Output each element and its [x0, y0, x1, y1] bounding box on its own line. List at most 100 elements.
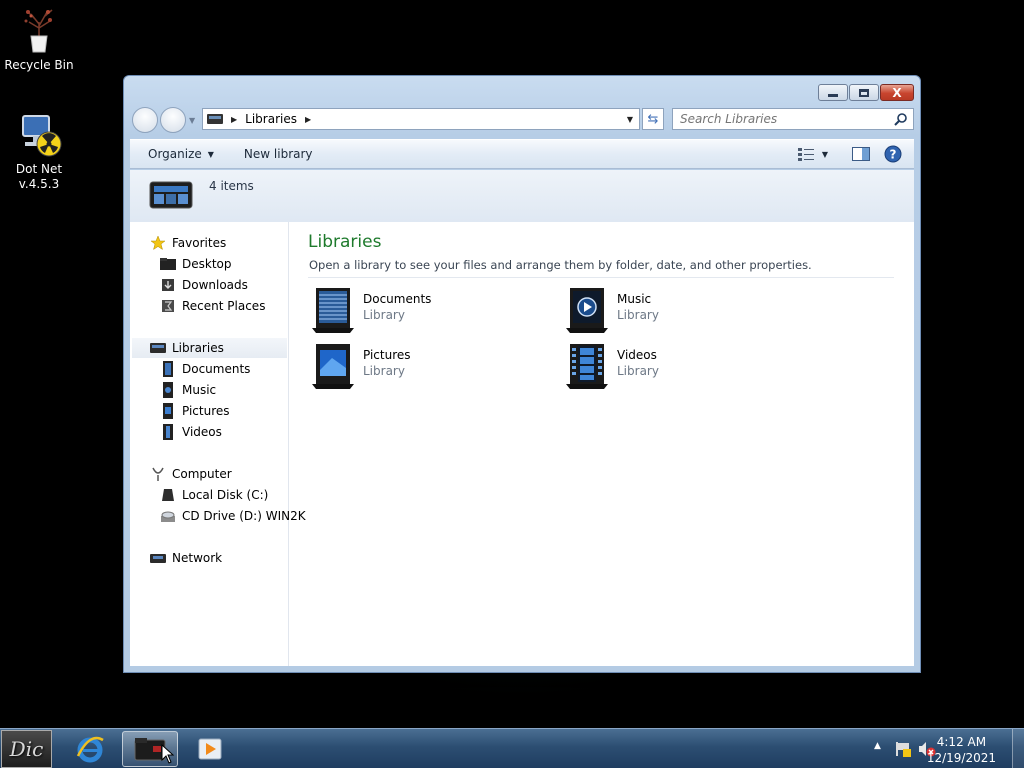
nav-documents[interactable]: Documents — [160, 359, 250, 379]
library-videos[interactable]: Videos Library — [564, 342, 794, 392]
taskbar-explorer[interactable] — [122, 731, 178, 767]
nav-local-disk[interactable]: Local Disk (C:) — [160, 485, 268, 505]
explorer-window: X ▼ ▶ Libraries ▶ ▼ ⇆ Organize ▼ New libr… — [123, 75, 921, 673]
show-desktop-button[interactable] — [1012, 729, 1024, 768]
nav-pictures[interactable]: Pictures — [160, 401, 230, 421]
nav-favorites-label: Favorites — [172, 236, 227, 250]
nav-downloads[interactable]: Downloads — [160, 275, 248, 295]
nav-documents-label: Documents — [182, 362, 251, 376]
start-button[interactable]: Dic — [1, 730, 52, 768]
pictures-library-icon — [312, 344, 354, 389]
taskbar-internet-explorer[interactable] — [62, 731, 118, 767]
refresh-button[interactable]: ⇆ — [642, 108, 664, 130]
nav-recent-places-label: Recent Places — [182, 299, 266, 313]
nav-libraries-label: Libraries — [172, 341, 224, 355]
library-music[interactable]: Music Library — [564, 286, 794, 336]
nav-desktop-label: Desktop — [182, 257, 232, 271]
refresh-icon: ⇆ — [647, 111, 659, 127]
clock-time: 4:12 AM — [936, 735, 987, 749]
taskbar-media-player[interactable] — [182, 731, 238, 767]
documents-icon — [160, 361, 176, 377]
nav-computer-label: Computer — [172, 467, 232, 481]
new-library-label: New library — [243, 147, 313, 161]
forward-button[interactable] — [160, 107, 186, 133]
nav-network-label: Network — [172, 551, 223, 565]
nav-music-label: Music — [182, 383, 217, 397]
main-pane: Libraries Open a library to see your fil… — [290, 222, 914, 666]
breadcrumb-separator[interactable]: ▶ — [231, 115, 237, 124]
breadcrumb-separator-2[interactable]: ▶ — [305, 115, 311, 124]
taskbar: Dic ▲ 4:12 AM 12/19/2021 — [0, 728, 1024, 768]
nav-computer[interactable]: Computer — [150, 464, 232, 484]
help-icon[interactable]: ? — [884, 145, 902, 163]
library-pictures[interactable]: Pictures Library — [310, 342, 540, 392]
breadcrumb-libraries[interactable]: Libraries — [245, 112, 297, 126]
desktop-icon-dotnet[interactable]: Dot Net v.4.5.3 — [0, 112, 78, 192]
documents-library-icon — [312, 288, 354, 333]
search-input[interactable] — [673, 109, 883, 129]
nav-desktop[interactable]: Desktop — [160, 254, 232, 274]
recent-pages-dropdown[interactable]: ▼ — [189, 116, 195, 125]
computer-icon — [150, 466, 166, 482]
library-documents[interactable]: Documents Library — [310, 286, 540, 336]
maximize-button[interactable] — [849, 84, 879, 101]
mouse-cursor-icon — [161, 744, 175, 764]
videos-icon — [160, 424, 176, 440]
content-area: Favorites Desktop Downloads Recent Place… — [130, 222, 914, 666]
dotnet-label-line1: Dot Net — [15, 162, 63, 176]
back-button[interactable] — [132, 107, 158, 133]
search-box[interactable] — [672, 108, 914, 130]
organize-label: Organize — [148, 147, 202, 161]
search-icon — [894, 113, 907, 126]
nav-cd-drive[interactable]: CD Drive (D:) WIN2K — [160, 506, 306, 526]
change-view-button[interactable]: ▼ — [797, 147, 828, 161]
show-hidden-icons-button[interactable]: ▲ — [874, 741, 881, 751]
clock[interactable]: 4:12 AM 12/19/2021 — [927, 734, 996, 766]
cd-drive-icon — [160, 508, 176, 524]
minimize-icon — [828, 94, 838, 97]
pictures-icon — [160, 403, 176, 419]
preview-pane-icon[interactable] — [852, 147, 870, 161]
details-pane: 4 items — [130, 170, 914, 222]
action-center-flag-icon[interactable] — [894, 740, 912, 758]
desktop-folder-icon — [160, 256, 176, 272]
nav-videos-label: Videos — [182, 425, 222, 439]
music-icon — [160, 382, 176, 398]
recent-places-icon — [160, 298, 176, 314]
library-type: Library — [363, 364, 405, 378]
minimize-button[interactable] — [818, 84, 848, 101]
library-type: Library — [363, 308, 405, 322]
libraries-small-icon — [150, 340, 166, 356]
new-library-button[interactable]: New library — [244, 147, 313, 161]
window-controls: X — [818, 84, 914, 101]
nav-network[interactable]: Network — [150, 548, 222, 568]
chevron-down-icon: ▼ — [207, 149, 214, 159]
item-count: 4 items — [209, 179, 254, 193]
nav-libraries[interactable]: Libraries — [132, 338, 287, 358]
desktop-icon-recycle-bin[interactable]: Recycle Bin — [0, 6, 78, 73]
hard-drive-icon — [160, 487, 176, 503]
navigation-row: ▼ ▶ Libraries ▶ ▼ ⇆ — [132, 107, 914, 133]
close-icon: X — [892, 85, 902, 100]
libraries-icon — [207, 114, 223, 124]
clock-date: 12/19/2021 — [926, 751, 996, 765]
library-name: Videos — [617, 348, 657, 362]
nav-favorites[interactable]: Favorites — [150, 233, 226, 253]
command-bar: Organize ▼ New library ▼ ? — [130, 139, 914, 169]
navigation-pane: Favorites Desktop Downloads Recent Place… — [130, 222, 306, 666]
media-player-icon — [198, 738, 222, 760]
nav-recent-places[interactable]: Recent Places — [160, 296, 265, 316]
close-button[interactable]: X — [880, 84, 914, 101]
svg-text:?: ? — [890, 148, 897, 162]
music-library-icon — [566, 288, 608, 333]
dotnet-label-line2: v.4.5.3 — [18, 177, 60, 191]
nav-music[interactable]: Music — [160, 380, 216, 400]
address-dropdown-icon[interactable]: ▼ — [627, 115, 633, 124]
videos-library-icon — [566, 344, 608, 389]
organize-menu-button[interactable]: Organize ▼ — [148, 147, 214, 161]
view-options-dropdown-icon[interactable]: ▼ — [822, 150, 828, 159]
library-type: Library — [617, 308, 659, 322]
nav-videos[interactable]: Videos — [160, 422, 222, 442]
address-bar[interactable]: ▶ Libraries ▶ ▼ — [202, 108, 640, 130]
dotnet-radiation-icon — [22, 115, 62, 157]
